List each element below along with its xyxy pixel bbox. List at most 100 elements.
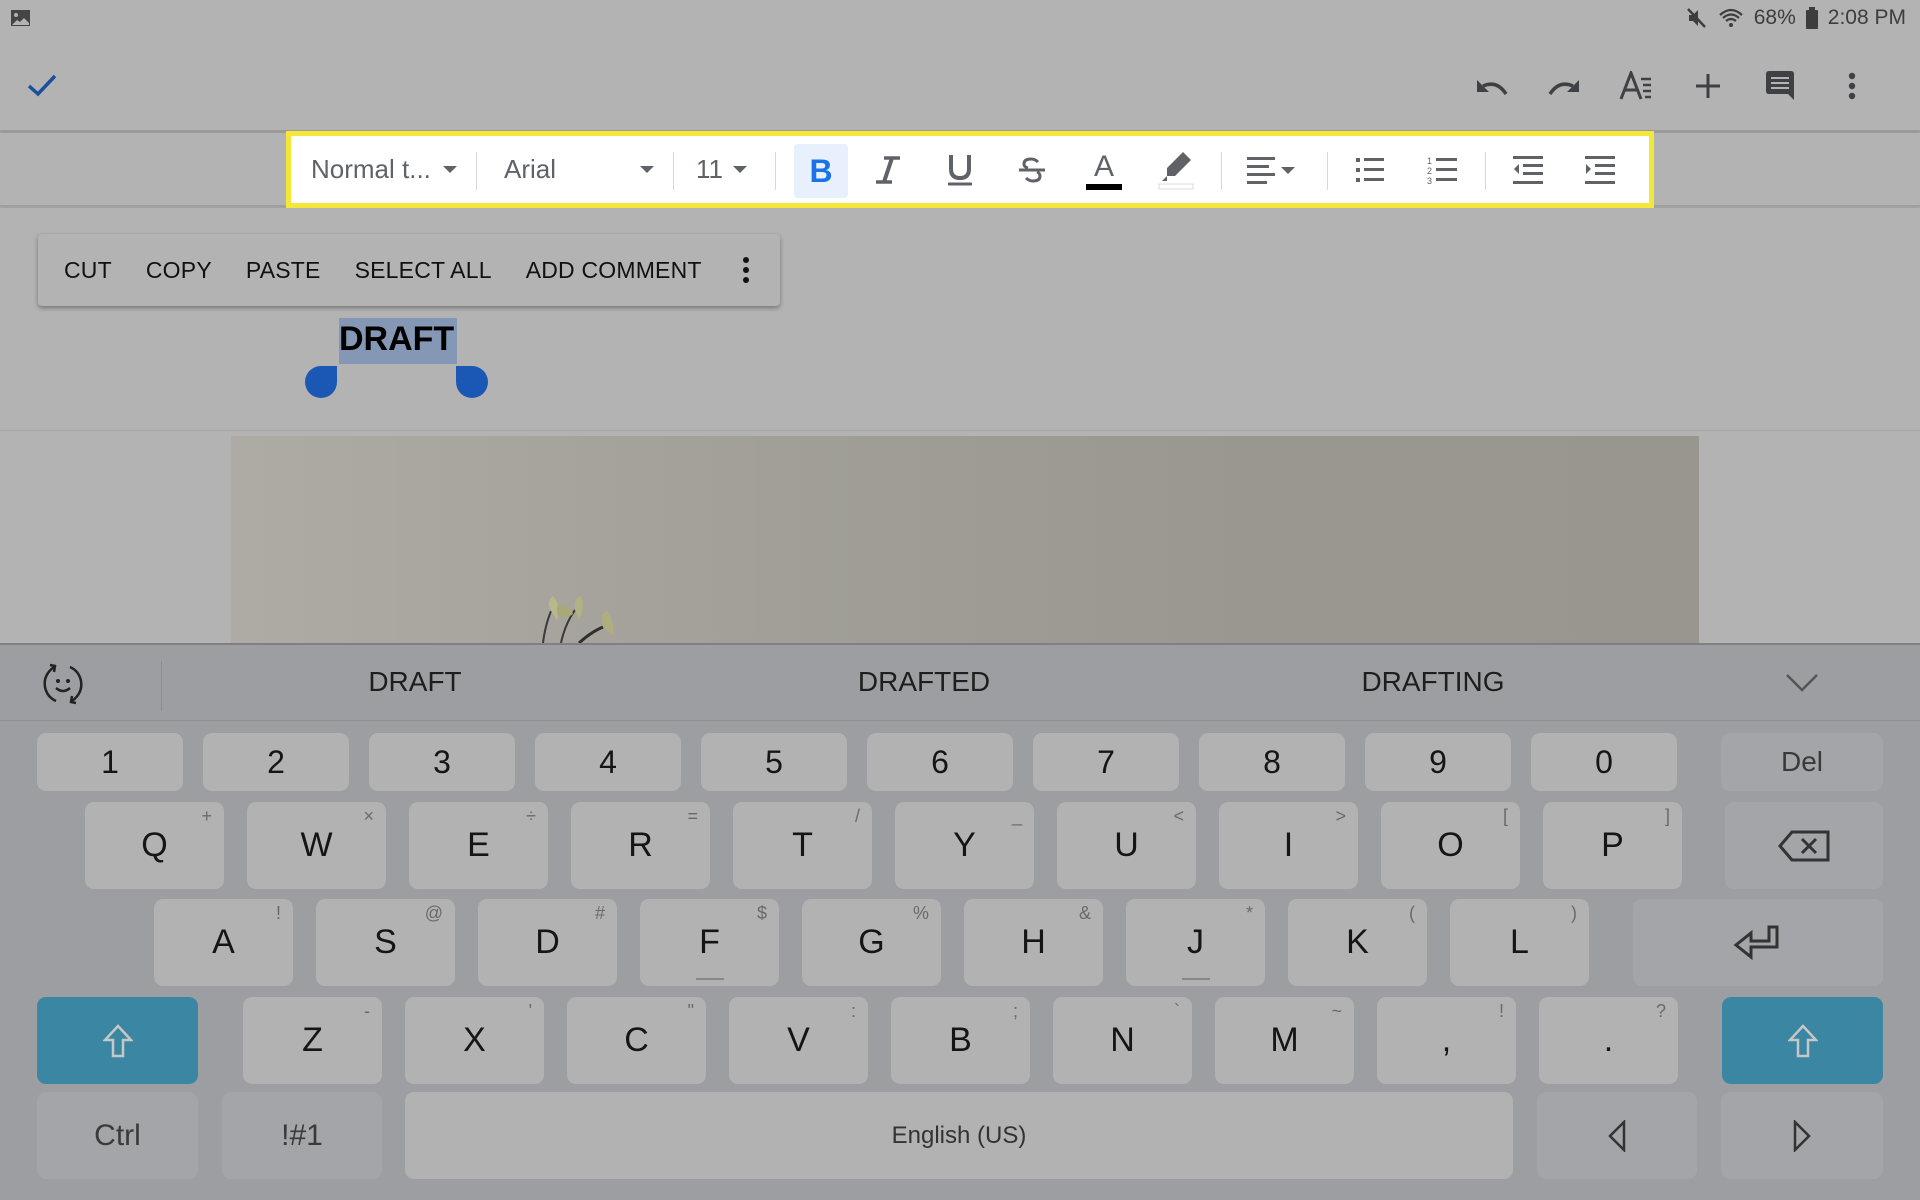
key-label: V: [787, 1021, 810, 1059]
key-5[interactable]: 5: [701, 733, 847, 791]
chevron-down-icon[interactable]: [1785, 673, 1819, 693]
key-q[interactable]: Q +: [85, 802, 224, 889]
key-3[interactable]: 3: [369, 733, 515, 791]
numbered-list-button[interactable]: 1 2 3: [1415, 136, 1469, 203]
more-vert-icon[interactable]: [742, 257, 750, 283]
key-7[interactable]: 7: [1033, 733, 1179, 791]
key-period[interactable]: .?: [1539, 997, 1678, 1084]
suggestion-1[interactable]: DRAFT: [368, 666, 461, 698]
space-bar[interactable]: English (US): [405, 1092, 1513, 1179]
increase-indent-icon: [1585, 155, 1615, 184]
divider: [161, 661, 162, 711]
shift-key-left[interactable]: [37, 997, 198, 1084]
cut-menu-item[interactable]: CUT: [64, 257, 112, 284]
key-2[interactable]: 2: [203, 733, 349, 791]
text-color-button[interactable]: A: [1077, 136, 1131, 203]
ctrl-key[interactable]: Ctrl: [37, 1092, 198, 1179]
backspace-key[interactable]: [1725, 802, 1883, 889]
key-g[interactable]: G%: [802, 899, 941, 986]
arrow-right-icon: [1793, 1119, 1811, 1152]
key-alt-symbol: `: [1174, 1001, 1180, 1021]
key-c[interactable]: C ": [567, 997, 706, 1084]
key-j[interactable]: J *: [1126, 899, 1265, 986]
paragraph-style-select[interactable]: Normal t...: [311, 136, 457, 203]
key-w[interactable]: W ×: [247, 802, 386, 889]
key-k[interactable]: K(: [1288, 899, 1427, 986]
copy-menu-item[interactable]: COPY: [146, 257, 212, 284]
key-d[interactable]: D #: [478, 899, 617, 986]
key-p[interactable]: P]: [1543, 802, 1682, 889]
shift-key-right[interactable]: [1722, 997, 1883, 1084]
key-a[interactable]: A!: [154, 899, 293, 986]
symbols-key-label: !#1: [281, 1118, 323, 1152]
bulleted-list-icon: [1356, 157, 1384, 182]
key-f[interactable]: F $: [640, 899, 779, 986]
redo-button[interactable]: [1540, 62, 1588, 110]
key-z[interactable]: Z-: [243, 997, 382, 1084]
key-t[interactable]: T /: [733, 802, 872, 889]
italic-button[interactable]: [861, 136, 915, 203]
suggestion-2[interactable]: DRAFTED: [858, 666, 990, 698]
highlight-color-button[interactable]: [1149, 136, 1203, 203]
key-6[interactable]: 6: [867, 733, 1013, 791]
key-1[interactable]: 1: [37, 733, 183, 791]
key-4[interactable]: 4: [535, 733, 681, 791]
more-options-button[interactable]: [1828, 62, 1876, 110]
text-format-button[interactable]: [1612, 62, 1660, 110]
key-u[interactable]: U <: [1057, 802, 1196, 889]
del-key[interactable]: Del: [1721, 733, 1883, 791]
increase-indent-button[interactable]: [1573, 136, 1627, 203]
key-n[interactable]: N `: [1053, 997, 1192, 1084]
key-i[interactable]: I >: [1219, 802, 1358, 889]
font-size-select[interactable]: 11: [696, 136, 747, 203]
highlighter-icon: [1158, 151, 1194, 189]
key-o[interactable]: O[: [1381, 802, 1520, 889]
undo-button[interactable]: [1468, 62, 1516, 110]
key-r[interactable]: R =: [571, 802, 710, 889]
bold-button[interactable]: B: [794, 144, 848, 198]
insert-button[interactable]: [1684, 62, 1732, 110]
key-label: P: [1601, 826, 1624, 864]
key-y[interactable]: Y _: [895, 802, 1034, 889]
key-h[interactable]: H &: [964, 899, 1103, 986]
key-9[interactable]: 9: [1365, 733, 1511, 791]
key-8[interactable]: 8: [1199, 733, 1345, 791]
paragraph-style-value: Normal t...: [311, 154, 431, 184]
key-x[interactable]: X ': [405, 997, 544, 1084]
comment-button[interactable]: [1756, 62, 1804, 110]
paste-menu-item[interactable]: PASTE: [246, 257, 321, 284]
key-e[interactable]: E ÷: [409, 802, 548, 889]
key-b[interactable]: B;: [891, 997, 1030, 1084]
suggestion-3[interactable]: DRAFTING: [1361, 666, 1504, 698]
select-all-menu-item[interactable]: SELECT ALL: [355, 257, 492, 284]
font-select[interactable]: Arial: [504, 136, 654, 203]
underline-button[interactable]: [933, 136, 987, 203]
key-0[interactable]: 0: [1531, 733, 1677, 791]
emoji-sync-icon[interactable]: [40, 661, 86, 707]
cursor-right-key[interactable]: [1721, 1092, 1883, 1179]
add-comment-menu-item[interactable]: ADD COMMENT: [526, 257, 702, 284]
cursor-left-key[interactable]: [1537, 1092, 1697, 1179]
strikethrough-button[interactable]: [1005, 136, 1059, 203]
key-m[interactable]: M ~: [1215, 997, 1354, 1084]
selected-text[interactable]: DRAFT: [339, 320, 454, 359]
key-label: L: [1510, 923, 1529, 961]
format-toolbar: Normal t... Arial 11 B A 1 2 3: [286, 131, 1654, 208]
document-image[interactable]: [231, 436, 1699, 643]
selection-start-handle[interactable]: [305, 366, 337, 398]
comment-icon: [1766, 71, 1794, 100]
bulleted-list-button[interactable]: [1343, 136, 1397, 203]
align-button[interactable]: [1241, 136, 1303, 203]
symbols-key[interactable]: !#1: [222, 1092, 382, 1179]
key-comma[interactable]: ,!: [1377, 997, 1516, 1084]
key-l[interactable]: L): [1450, 899, 1589, 986]
enter-key[interactable]: [1633, 899, 1883, 986]
done-check-button[interactable]: [26, 70, 58, 98]
key-s[interactable]: S @: [316, 899, 455, 986]
key-alt-symbol: !: [1498, 1001, 1504, 1021]
app-bar: [0, 40, 1920, 132]
key-alt-symbol: =: [687, 806, 698, 826]
key-v[interactable]: V:: [729, 997, 868, 1084]
decrease-indent-button[interactable]: [1501, 136, 1555, 203]
selection-end-handle[interactable]: [456, 366, 488, 398]
